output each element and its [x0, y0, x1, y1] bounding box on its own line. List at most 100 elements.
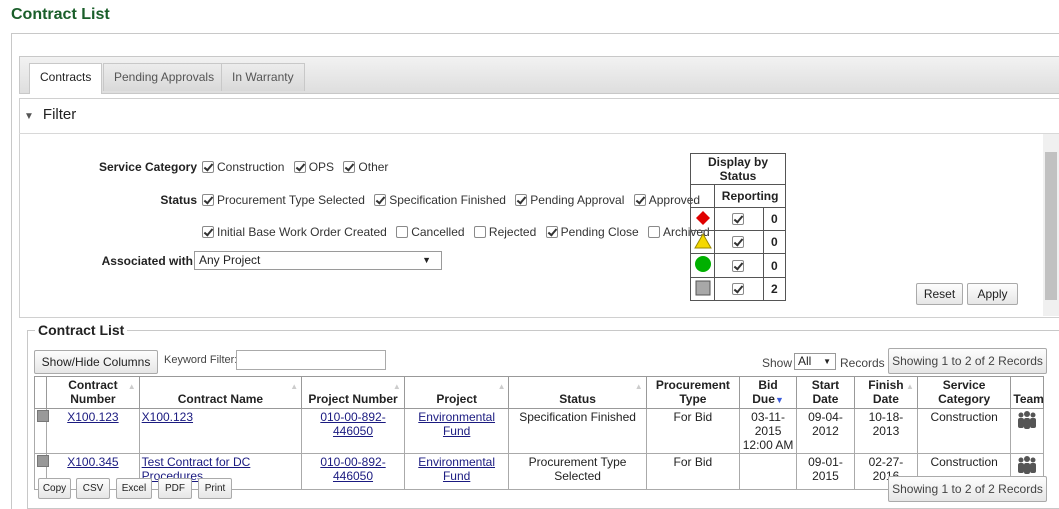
column-header[interactable]: Start Date: [796, 376, 855, 409]
column-label: Contract Name: [177, 392, 264, 406]
cancelled-checkbox[interactable]: [396, 226, 409, 238]
procurement-type-cell: For Bid: [645, 453, 741, 490]
option-label: OPS: [308, 160, 335, 174]
column-header[interactable]: ▲ Project Number: [301, 376, 405, 409]
apply-button[interactable]: Apply: [967, 283, 1018, 305]
status-count: 0: [762, 230, 787, 254]
option-label: Initial Base Work Order Created: [217, 225, 387, 239]
construction-checkbox[interactable]: [202, 161, 214, 173]
status-yellow-checkbox[interactable]: [731, 236, 744, 248]
procurement-type-selected-checkbox[interactable]: [202, 194, 214, 206]
service-category-cell: Construction: [916, 408, 1012, 454]
dropdown-caret-icon: ▼: [422, 255, 431, 265]
reporting-header: Reporting: [714, 184, 786, 208]
sort-icon: ▲: [290, 382, 299, 391]
contract-table: ▲ Contract Number ▲ Contract Name ▲ Project…: [33, 376, 1044, 490]
column-header[interactable]: Bid Due▼: [739, 376, 798, 409]
csv-button[interactable]: CSV: [76, 478, 110, 499]
column-header[interactable]: ▲ Project: [403, 376, 510, 409]
start-date-cell: 09-04-2012: [796, 408, 855, 454]
status-count: 0: [762, 253, 787, 278]
dropdown-caret-icon: ▼: [823, 357, 831, 366]
display-by-status-table: Display by Status Reporting 0 0 0 2: [689, 153, 787, 301]
column-label: Service Category: [938, 378, 991, 406]
filter-header[interactable]: ▼ Filter: [24, 106, 76, 123]
tab-contracts[interactable]: Contracts: [29, 63, 103, 94]
table-header-row: ▲ Contract Number ▲ Contract Name ▲ Project…: [33, 376, 1044, 409]
keyword-filter-label: Keyword Filter:: [164, 354, 238, 366]
approved-checkbox[interactable]: [633, 194, 646, 206]
project-number-link[interactable]: 010-00-892-446050: [320, 410, 385, 438]
project-link[interactable]: Environmental Fund: [418, 410, 495, 438]
red-diamond-icon: [689, 207, 716, 231]
records-label: Records: [840, 356, 885, 370]
contract-number-link[interactable]: X100.345: [67, 455, 118, 469]
project-number-link[interactable]: 010-00-892-446050: [320, 455, 385, 483]
ops-checkbox[interactable]: [293, 161, 306, 173]
status-options-row1: Procurement Type Selected Specification …: [202, 193, 706, 207]
option-label: Construction: [217, 160, 285, 174]
service-category-options: Construction OPS Other: [202, 160, 394, 174]
print-button[interactable]: Print: [198, 478, 232, 499]
select-value: All: [798, 354, 812, 368]
team-icon[interactable]: [1010, 408, 1044, 454]
initial-base-work-order-checkbox[interactable]: [202, 226, 214, 238]
column-header[interactable]: Service Category: [916, 376, 1012, 409]
show-label: Show: [762, 356, 793, 370]
other-checkbox[interactable]: [343, 161, 356, 173]
column-label: Contract Number: [68, 378, 118, 406]
column-header[interactable]: ▲ Status: [508, 376, 647, 409]
copy-button[interactable]: Copy: [38, 478, 71, 499]
bid-due-cell: 03-11-2015 12:00 AM: [739, 408, 798, 454]
pdf-button[interactable]: PDF: [158, 478, 192, 499]
option-label: Other: [358, 160, 389, 174]
contract-name-link[interactable]: X100.123: [142, 410, 193, 424]
table-row[interactable]: X100.123 X100.123 010-00-892-446050 Envi…: [33, 408, 1044, 454]
pending-close-checkbox[interactable]: [545, 226, 558, 238]
column-label: Status: [559, 392, 596, 406]
sort-icon: ▲: [497, 382, 506, 391]
contract-number-link[interactable]: X100.123: [67, 410, 118, 424]
column-label: Finish Date: [868, 378, 904, 406]
status-red-checkbox[interactable]: [731, 213, 744, 225]
specification-finished-checkbox[interactable]: [374, 194, 387, 206]
excel-button[interactable]: Excel: [116, 478, 152, 499]
reset-button[interactable]: Reset: [916, 283, 963, 305]
service-category-label: Service Category: [98, 160, 197, 174]
sort-icon: ▲: [905, 382, 914, 391]
show-hide-columns-button[interactable]: Show/Hide Columns: [34, 350, 158, 374]
tab-in-warranty[interactable]: In Warranty: [221, 63, 305, 91]
scrollbar-thumb[interactable]: [1045, 152, 1057, 300]
sort-desc-icon: ▼: [774, 395, 784, 405]
associated-with-label: Associated with: [101, 254, 193, 268]
status-green-checkbox[interactable]: [731, 259, 744, 272]
archived-checkbox[interactable]: [648, 226, 661, 238]
status-gray-checkbox[interactable]: [731, 283, 744, 295]
yellow-triangle-icon: [689, 230, 716, 254]
associated-with-select[interactable]: Any Project ▼: [194, 251, 442, 270]
option-label: Procurement Type Selected: [217, 193, 365, 207]
sort-icon: ▲: [127, 382, 136, 391]
column-header[interactable]: ▲ Contract Number: [46, 376, 140, 409]
option-label: Cancelled: [411, 225, 465, 239]
column-header[interactable]: Procurement Type: [645, 376, 741, 409]
tab-pending-approvals[interactable]: Pending Approvals: [103, 63, 226, 91]
status-options-row2: Initial Base Work Order Created Cancelle…: [202, 225, 716, 239]
contract-list-title: Contract List: [35, 322, 128, 338]
column-header[interactable]: ▲ Finish Date: [853, 376, 918, 409]
showing-records-top: Showing 1 to 2 of 2 Records: [888, 348, 1047, 374]
column-header[interactable]: Team: [1010, 376, 1044, 409]
column-header[interactable]: ▲ Contract Name: [138, 376, 303, 409]
filter-panel: [19, 98, 1059, 318]
bid-due-cell: [739, 453, 798, 490]
records-per-page-select[interactable]: All ▼: [794, 353, 836, 370]
project-link[interactable]: Environmental Fund: [418, 455, 495, 483]
procurement-type-cell: For Bid: [645, 408, 741, 454]
row-status-square: [33, 408, 49, 454]
display-by-status-title: Display by Status: [690, 153, 786, 185]
keyword-filter-input[interactable]: [236, 350, 386, 370]
sort-icon: ▲: [634, 382, 643, 391]
option-label: Pending Approval: [530, 193, 625, 207]
rejected-checkbox[interactable]: [473, 226, 486, 238]
pending-approval-checkbox[interactable]: [515, 194, 528, 206]
